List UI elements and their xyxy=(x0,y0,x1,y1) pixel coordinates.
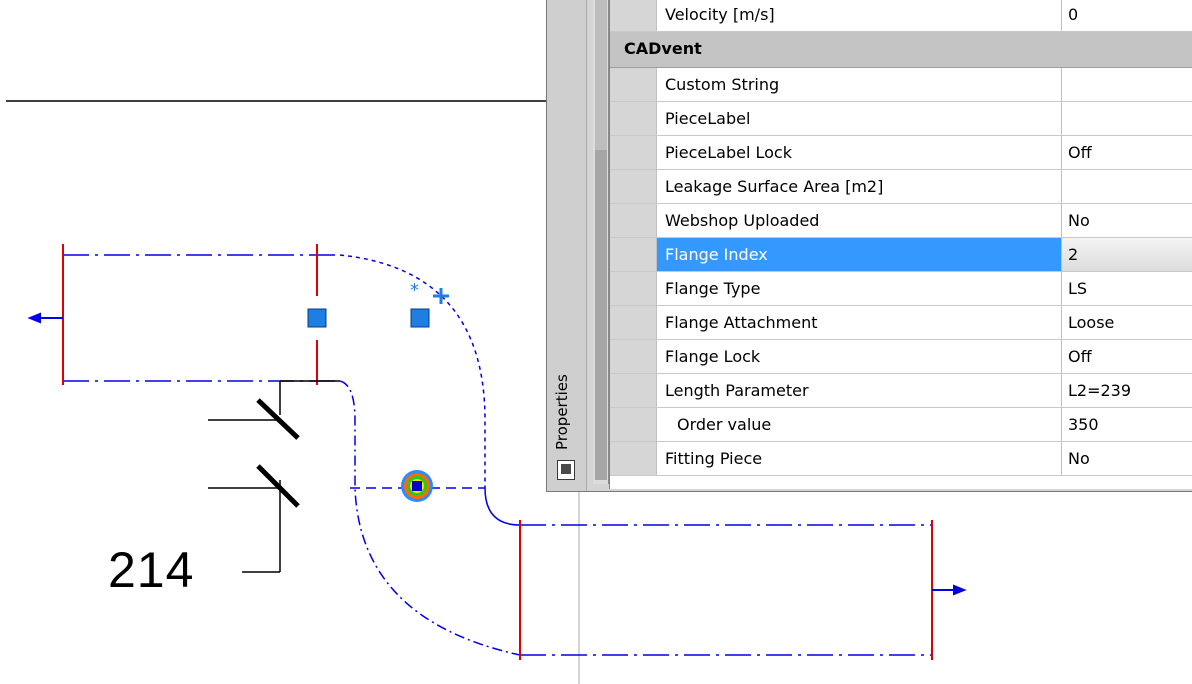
property-name: Order value xyxy=(656,408,1061,441)
property-row[interactable]: Webshop Uploaded No xyxy=(610,204,1192,238)
property-name: Fitting Piece xyxy=(656,442,1061,475)
property-row-velocity[interactable]: Velocity [m/s] 0 xyxy=(610,0,1192,32)
property-value[interactable]: No xyxy=(1061,442,1192,475)
dimension-ticks xyxy=(256,398,300,508)
palette-scrollbar-upper[interactable] xyxy=(595,0,607,150)
property-value[interactable] xyxy=(1061,170,1192,203)
property-name: Custom String xyxy=(656,68,1061,101)
lower-duct[interactable] xyxy=(350,487,932,656)
snap-marker-icon xyxy=(401,470,433,502)
property-row[interactable]: Flange Type LS xyxy=(610,272,1192,306)
property-row[interactable]: Order value 350 xyxy=(610,408,1192,442)
property-name: Flange Type xyxy=(656,272,1061,305)
palette-menu-icon[interactable] xyxy=(557,460,575,480)
property-row[interactable]: Custom String xyxy=(610,68,1192,102)
dimension-leaders xyxy=(208,380,340,573)
property-name: Length Parameter xyxy=(656,374,1061,407)
property-row[interactable]: PieceLabel xyxy=(610,102,1192,136)
property-value[interactable]: Off xyxy=(1061,136,1192,169)
property-row-selected[interactable]: Flange Index 2 xyxy=(610,238,1192,272)
property-value[interactable]: No xyxy=(1061,204,1192,237)
grip-icon[interactable] xyxy=(307,308,327,328)
property-row[interactable]: Length Parameter L2=239 xyxy=(610,374,1192,408)
property-name: Leakage Surface Area [m2] xyxy=(656,170,1061,203)
cursor-cross-icon: * xyxy=(410,280,449,304)
svg-text:*: * xyxy=(410,280,419,301)
property-name: Velocity [m/s] xyxy=(656,0,1061,31)
property-name: Flange Attachment xyxy=(656,306,1061,339)
grip-icon[interactable] xyxy=(410,308,430,328)
property-name: Flange Lock xyxy=(656,340,1061,373)
property-row[interactable]: Flange Attachment Loose xyxy=(610,306,1192,340)
property-value[interactable] xyxy=(1061,68,1192,101)
palette-title-bar[interactable]: Properties xyxy=(547,0,587,491)
palette-title: Properties xyxy=(553,374,571,450)
property-row[interactable]: Leakage Surface Area [m2] xyxy=(610,170,1192,204)
property-row[interactable]: PieceLabel Lock Off xyxy=(610,136,1192,170)
property-value[interactable]: L2=239 xyxy=(1061,374,1192,407)
property-grid[interactable]: Velocity [m/s] 0 CADvent Custom String P… xyxy=(609,0,1192,489)
property-name: Webshop Uploaded xyxy=(656,204,1061,237)
palette-scrollbar-thumb[interactable] xyxy=(595,150,607,480)
property-row[interactable]: Flange Lock Off xyxy=(610,340,1192,374)
property-row[interactable]: Fitting Piece No xyxy=(610,442,1192,476)
property-name: PieceLabel xyxy=(656,102,1061,135)
property-value[interactable] xyxy=(1061,102,1192,135)
category-header-cadvent[interactable]: CADvent xyxy=(610,32,1192,68)
dimension-label: 214 xyxy=(108,542,195,598)
property-value[interactable]: LS xyxy=(1061,272,1192,305)
property-value[interactable]: 0 xyxy=(1061,0,1192,31)
property-value[interactable]: 350 xyxy=(1061,408,1192,441)
properties-palette[interactable]: Properties Velocity [m/s] 0 CADvent Cust… xyxy=(546,0,1192,492)
property-value[interactable]: Off xyxy=(1061,340,1192,373)
property-name: Flange Index xyxy=(656,238,1061,271)
property-name: PieceLabel Lock xyxy=(656,136,1061,169)
property-value-dropdown[interactable]: 2 xyxy=(1061,238,1192,271)
property-value[interactable]: Loose xyxy=(1061,306,1192,339)
